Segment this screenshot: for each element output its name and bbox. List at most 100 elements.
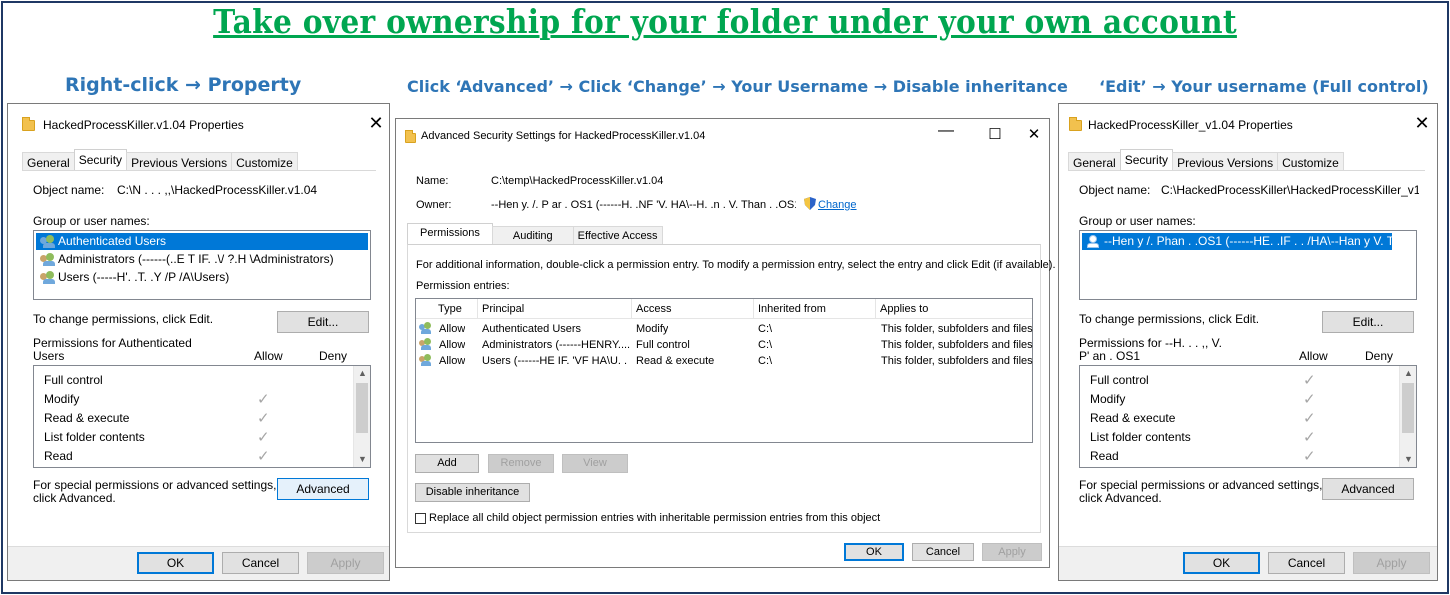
tab-effective-access[interactable]: Effective Access	[572, 226, 663, 245]
user-list[interactable]: --Hen y /. Phan . .OS1 (------HE. .IF . …	[1079, 230, 1417, 300]
apply-button[interactable]: Apply	[982, 543, 1042, 561]
properties-window-1: HackedProcessKiller.v1.04 Properties ✕ G…	[7, 103, 390, 581]
column-header-principal[interactable]: Principal	[478, 299, 632, 319]
users-icon	[419, 322, 435, 335]
title-bar: HackedProcessKiller_v1.04 Properties ✕	[1059, 104, 1437, 138]
allow-check-icon: ✓	[257, 448, 270, 465]
close-icon[interactable]: ✕	[1412, 113, 1432, 134]
entry-principal: Administrators (------HENRY....	[482, 339, 630, 351]
list-item[interactable]: Administrators (------(..E T IF. .\/ ?.H…	[36, 251, 368, 268]
permission-read-execute: Read & execute	[1090, 411, 1176, 425]
user-name: Authenticated Users	[58, 234, 167, 248]
tab-strip: Permissions Auditing Effective Access	[407, 223, 663, 245]
cancel-button[interactable]: Cancel	[912, 543, 974, 561]
scrollbar[interactable]: ▲ ▼	[353, 366, 370, 467]
maximize-icon[interactable]: ☐	[985, 125, 1005, 143]
entry-applies: This folder, subfolders and files	[881, 323, 1033, 335]
window-title: HackedProcessKiller_v1.04 Properties	[1088, 118, 1293, 132]
list-item[interactable]: --Hen y /. Phan . .OS1 (------HE. .IF . …	[1082, 233, 1392, 250]
step-3-caption: ‘Edit’ → Your username (Full control)	[1099, 77, 1429, 96]
window-title: HackedProcessKiller.v1.04 Properties	[43, 118, 244, 132]
object-name-label: Object name:	[1079, 183, 1151, 197]
step-2-caption: Click ‘Advanced’ → Click ‘Change’ → Your…	[407, 77, 1068, 96]
entry-access: Modify	[636, 323, 669, 335]
ok-button[interactable]: OK	[137, 552, 214, 574]
edit-button[interactable]: Edit...	[277, 311, 369, 333]
tab-general[interactable]: General	[1068, 152, 1121, 171]
remove-button[interactable]: Remove	[488, 454, 554, 473]
folder-icon	[22, 117, 35, 131]
ok-button[interactable]: OK	[1183, 552, 1260, 574]
special-permissions-text-2: click Advanced.	[33, 491, 116, 505]
replace-child-checkbox[interactable]	[415, 513, 426, 524]
user-icon	[1086, 235, 1102, 248]
user-list[interactable]: Authenticated Users Administrators (----…	[33, 230, 371, 300]
add-button[interactable]: Add	[415, 454, 479, 473]
minimize-icon[interactable]: —	[936, 122, 956, 140]
uac-shield-icon	[804, 197, 816, 210]
close-icon[interactable]: ✕	[366, 113, 386, 134]
entry-inherited: C:\	[758, 339, 773, 351]
user-name: Users (-----H'. .T. .Y /P /A\Users)	[58, 270, 230, 284]
special-permissions-text: For special permissions or advanced sett…	[1079, 478, 1323, 492]
permissions-for-label: Permissions for --H. . . ,, V.	[1079, 336, 1222, 350]
scroll-up-icon[interactable]: ▲	[1400, 366, 1417, 381]
name-label: Name:	[416, 175, 449, 187]
tab-previous-versions[interactable]: Previous Versions	[1172, 152, 1279, 171]
permission-modify: Modify	[1090, 392, 1126, 406]
disable-inheritance-button[interactable]: Disable inheritance	[415, 483, 530, 502]
scroll-down-icon[interactable]: ▼	[1400, 452, 1417, 467]
column-header-type[interactable]: Type	[434, 299, 478, 319]
object-name-label: Object name:	[33, 183, 105, 197]
table-row[interactable]: Allow Users (------HE IF. 'VF HA\U. . . …	[416, 353, 1033, 369]
tab-customize[interactable]: Customize	[1277, 152, 1344, 171]
tab-general[interactable]: General	[22, 152, 75, 171]
tab-security[interactable]: Security	[1119, 149, 1174, 171]
list-item[interactable]: Authenticated Users	[36, 233, 368, 250]
scroll-thumb[interactable]	[1402, 383, 1414, 433]
apply-button[interactable]: Apply	[307, 552, 384, 574]
special-permissions-text: For special permissions or advanced sett…	[33, 478, 277, 492]
entry-access: Full control	[636, 339, 690, 351]
object-name-value: C:\N . . . ,,\HackedProcessKiller.v1.04	[117, 183, 318, 197]
allow-check-icon: ✓	[1303, 391, 1316, 408]
change-owner-link[interactable]: Change	[818, 199, 857, 211]
table-row[interactable]: Allow Administrators (------HENRY.... Fu…	[416, 337, 1033, 353]
advanced-button[interactable]: Advanced	[1322, 478, 1414, 500]
scroll-thumb[interactable]	[356, 383, 368, 433]
tab-customize[interactable]: Customize	[231, 152, 298, 171]
table-row[interactable]: Allow Authenticated Users Modify C:\ Thi…	[416, 321, 1033, 337]
deny-header: Deny	[319, 349, 348, 363]
permissions-list[interactable]: Full control Modify Read & execute List …	[33, 365, 371, 468]
tab-previous-versions[interactable]: Previous Versions	[126, 152, 233, 171]
list-item[interactable]: Users (-----H'. .T. .Y /P /A\Users)	[36, 269, 368, 286]
view-button[interactable]: View	[562, 454, 628, 473]
tab-permissions[interactable]: Permissions	[407, 223, 493, 245]
close-icon[interactable]: ✕	[1024, 125, 1044, 143]
permissions-list[interactable]: Full control Modify Read & execute List …	[1079, 365, 1417, 468]
dialog-footer: OK Cancel Apply	[1059, 546, 1437, 580]
column-header-applies[interactable]: Applies to	[876, 299, 1032, 319]
tab-security[interactable]: Security	[73, 149, 128, 171]
column-header-access[interactable]: Access	[632, 299, 754, 319]
allow-header: Allow	[1299, 349, 1328, 363]
entry-principal: Authenticated Users	[482, 323, 582, 335]
ok-button[interactable]: OK	[844, 543, 904, 561]
change-permissions-text: To change permissions, click Edit.	[1079, 312, 1260, 326]
allow-check-icon: ✓	[1303, 429, 1316, 446]
scroll-up-icon[interactable]: ▲	[354, 366, 371, 381]
entry-applies: This folder, subfolders and files	[881, 339, 1033, 351]
permission-entries-grid[interactable]: Type Principal Access Inherited from App…	[415, 298, 1033, 443]
group-label: Group or user names:	[33, 214, 150, 228]
properties-window-3: HackedProcessKiller_v1.04 Properties ✕ G…	[1058, 103, 1438, 581]
allow-check-icon: ✓	[257, 391, 270, 408]
scrollbar[interactable]: ▲ ▼	[1399, 366, 1416, 467]
cancel-button[interactable]: Cancel	[1268, 552, 1345, 574]
apply-button[interactable]: Apply	[1353, 552, 1430, 574]
edit-button[interactable]: Edit...	[1322, 311, 1414, 333]
advanced-button[interactable]: Advanced	[277, 478, 369, 500]
tab-auditing[interactable]: Auditing	[491, 226, 574, 245]
cancel-button[interactable]: Cancel	[222, 552, 299, 574]
scroll-down-icon[interactable]: ▼	[354, 452, 371, 467]
column-header-inherited[interactable]: Inherited from	[754, 299, 876, 319]
